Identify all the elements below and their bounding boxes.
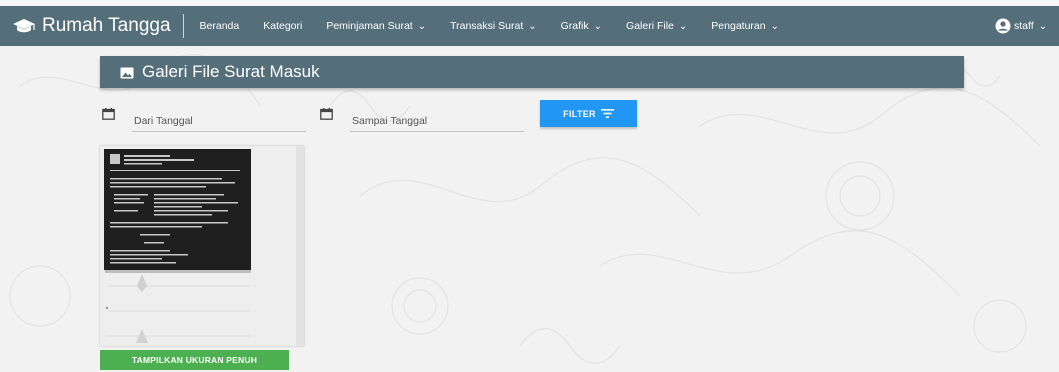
chevron-down-icon: ⌄ <box>593 20 603 32</box>
nav-item-pengaturan[interactable]: Pengaturan ⌄ <box>711 20 779 32</box>
nav-item-grafik[interactable]: Grafik ⌄ <box>561 20 602 32</box>
chevron-down-icon: ⌄ <box>528 20 537 32</box>
page-header: Galeri File Surat Masuk <box>100 56 964 88</box>
brand[interactable]: Rumah Tangga <box>0 6 171 46</box>
page-title: Galeri File Surat Masuk <box>142 62 320 81</box>
date-from-field <box>102 105 312 132</box>
nav-item-beranda[interactable]: Beranda <box>200 20 240 32</box>
filter-button[interactable]: FILTER <box>540 100 637 127</box>
nav-item-label: Beranda <box>199 20 240 32</box>
calendar-icon <box>102 107 115 120</box>
nav-item-label: Kategori <box>263 20 303 32</box>
brand-name: Rumah Tangga <box>42 15 171 36</box>
nav-item-label: Grafik <box>560 20 589 32</box>
show-full-size-button[interactable]: TAMPILKAN UKURAN PENUH <box>100 350 289 370</box>
user-menu[interactable]: staff ⌄ <box>995 6 1047 46</box>
brand-divider <box>182 14 184 38</box>
chevron-down-icon: ⌄ <box>417 20 427 32</box>
nav-item-label: Pengaturan <box>711 20 766 32</box>
nav-item-transaksi-surat[interactable]: Transaksi Surat ⌄ <box>450 20 537 32</box>
nav-item-label: Peminjaman Surat <box>326 20 413 32</box>
date-to-field <box>320 105 530 132</box>
show-full-size-label: TAMPILKAN UKURAN PENUH <box>131 355 258 365</box>
graduation-cap-icon <box>12 17 36 35</box>
nav-item-label: Transaksi Surat <box>450 20 524 32</box>
calendar-icon <box>320 107 333 120</box>
image-icon <box>120 66 134 79</box>
date-from-input[interactable] <box>132 111 306 132</box>
chevron-down-icon: ⌄ <box>678 20 688 32</box>
chevron-down-icon: ⌄ <box>770 20 779 32</box>
nav-item-peminjaman-surat[interactable]: Peminjaman Surat ⌄ <box>326 20 426 32</box>
top-navbar: Rumah Tangga Beranda Kategori Peminjaman… <box>0 6 1059 46</box>
user-name: staff <box>1013 20 1034 32</box>
main-menu: Beranda Kategori Peminjaman Surat ⌄ Tran… <box>200 6 803 46</box>
chevron-down-icon: ⌄ <box>1038 20 1047 32</box>
nav-item-galeri-file[interactable]: Galeri File ⌄ <box>626 20 687 32</box>
filter-lines-icon <box>600 109 614 118</box>
nav-item-kategori[interactable]: Kategori <box>263 20 302 32</box>
filter-button-label: FILTER <box>563 108 596 119</box>
user-circle-icon <box>995 18 1011 34</box>
date-to-input[interactable] <box>350 111 524 132</box>
document-thumbnail[interactable] <box>100 146 304 346</box>
nav-item-label: Galeri File <box>626 20 674 32</box>
